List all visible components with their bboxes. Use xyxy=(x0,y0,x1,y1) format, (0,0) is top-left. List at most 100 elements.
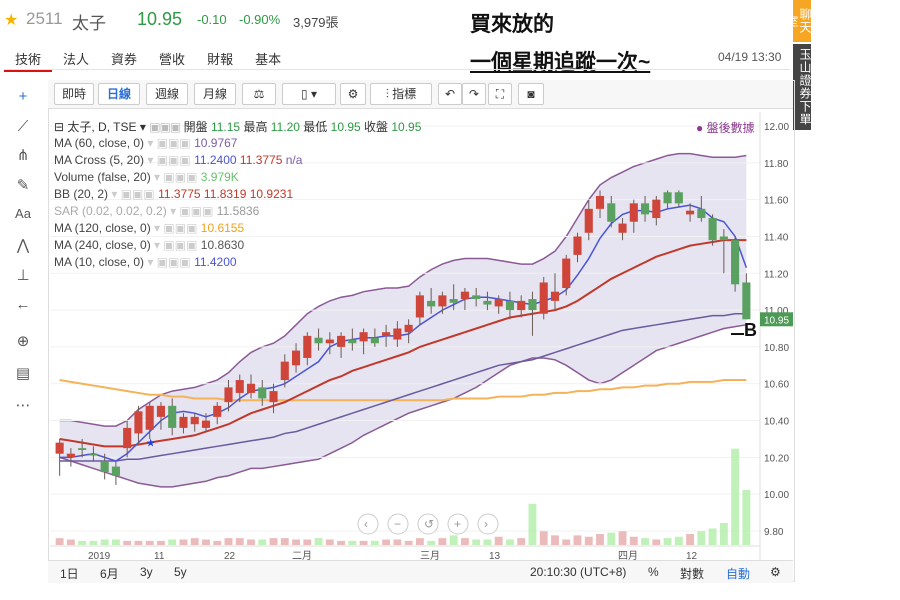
candle-body xyxy=(438,295,447,307)
indicator-row[interactable]: MA (120, close, 0) ▾ ▣▣▣ 10.6155 xyxy=(54,221,244,235)
zoom-control-button xyxy=(477,513,499,535)
legend-dropdown-icon[interactable]: ▾ xyxy=(140,120,146,134)
candle-body xyxy=(179,416,188,428)
range-6m[interactable]: 6月 xyxy=(100,565,119,582)
candle-body xyxy=(291,350,301,366)
volume-bar xyxy=(190,538,199,545)
zoom-control-button xyxy=(357,513,379,535)
volume-bar xyxy=(303,539,312,545)
volume-bar xyxy=(415,538,424,545)
volume-bar xyxy=(111,539,120,545)
price-chart[interactable]: 12.0011.8011.6011.4011.2011.0010.8010.60… xyxy=(0,0,900,600)
indicator-label: MA (10, close, 0) xyxy=(54,255,145,269)
candle-body xyxy=(258,387,267,399)
candle-body xyxy=(505,300,515,311)
indicator-row[interactable]: MA (10, close, 0) ▾ ▣▣▣ 11.4200 xyxy=(54,255,237,269)
ohlc-open-value: 11.15 xyxy=(210,120,241,134)
indicator-control-icons[interactable]: ▾ ▣▣▣ xyxy=(151,221,201,235)
settings-gear-icon[interactable]: ⚙ xyxy=(770,565,781,579)
candle-body xyxy=(719,236,728,241)
volume-bar xyxy=(55,538,64,545)
volume-bar xyxy=(517,538,526,545)
candle-body xyxy=(731,240,740,285)
volume-bar xyxy=(719,523,728,545)
b-mark: B xyxy=(744,320,757,340)
indicator-row[interactable]: SAR (0.02, 0.02, 0.2) ▾ ▣▣▣ 11.5836 xyxy=(54,204,259,218)
indicator-control-icons[interactable]: ▾ ▣▣▣ xyxy=(151,170,201,184)
candle-body xyxy=(123,427,132,449)
candle-body xyxy=(325,339,334,344)
indicator-control-icons[interactable]: ▾ ▣▣▣ xyxy=(144,136,194,150)
indicator-control-icons[interactable]: ▾ ▣▣▣ xyxy=(108,187,158,201)
indicator-row[interactable]: MA (240, close, 0) ▾ ▣▣▣ 10.8630 xyxy=(54,238,244,252)
indicator-control-icons[interactable]: ▾ ▣▣▣ xyxy=(151,238,201,252)
volume-bar xyxy=(382,539,391,545)
indicator-row[interactable]: MA (60, close, 0) ▾ ▣▣▣ 10.9767 xyxy=(54,136,237,150)
indicator-label: MA (120, close, 0) xyxy=(54,221,151,235)
y-tick-label: 11.60 xyxy=(764,196,789,207)
indicator-value: 10.8630 xyxy=(200,238,245,252)
indicator-row[interactable]: Volume (false, 20) ▾ ▣▣▣ 3.979K xyxy=(54,170,239,184)
y-tick-label: 11.20 xyxy=(764,269,789,280)
candle-body xyxy=(213,405,222,417)
candle-body xyxy=(460,291,469,300)
volume-bar xyxy=(652,539,661,545)
candle-body xyxy=(201,420,211,428)
indicator-row[interactable]: BB (20, 2) ▾ ▣▣▣ 11.3775 11.8319 10.9231 xyxy=(54,187,293,201)
after-hours-label[interactable]: ● 盤後數據 xyxy=(696,119,755,136)
volume-bar xyxy=(708,528,717,545)
volume-bar xyxy=(607,532,616,545)
volume-bar xyxy=(224,538,233,545)
volume-bar xyxy=(157,540,165,545)
candle-body xyxy=(314,337,323,344)
ohlc-low-label: 最低 xyxy=(303,120,328,134)
percent-toggle[interactable]: % xyxy=(648,565,659,579)
legend-symbol: 太子, D, TSE xyxy=(67,120,137,134)
clock: 20:10:30 (UTC+8) xyxy=(530,565,627,579)
indicator-control-icons[interactable]: ▾ ▣▣▣ xyxy=(167,204,217,218)
candle-body xyxy=(382,332,391,336)
candle-body xyxy=(370,337,379,344)
range-5y[interactable]: 5y xyxy=(174,565,187,579)
candle-body xyxy=(427,300,436,307)
candle-body xyxy=(134,411,143,434)
candle-body xyxy=(550,291,560,301)
volume-bar xyxy=(427,540,436,545)
volume-bar xyxy=(528,503,537,545)
candle-body xyxy=(494,299,503,307)
candle-body xyxy=(280,361,289,381)
indicator-label: BB (20, 2) xyxy=(54,187,109,201)
candle-body xyxy=(742,282,751,320)
ohlc-close-value: 10.95 xyxy=(391,120,422,134)
candle-body xyxy=(55,442,64,454)
candle-body xyxy=(235,380,244,393)
auto-toggle[interactable]: 自動 xyxy=(726,565,750,582)
volume-bar xyxy=(359,540,368,545)
volume-bar xyxy=(472,539,481,545)
collapse-icon[interactable]: ⊟ xyxy=(54,120,67,134)
candle-body xyxy=(562,258,571,288)
log-toggle[interactable]: 對數 xyxy=(680,565,704,582)
volume-bar xyxy=(494,536,503,545)
indicator-row[interactable]: MA Cross (5, 20) ▾ ▣▣▣ 11.2400 11.3775 n… xyxy=(54,153,302,167)
indicator-control-icons[interactable]: ▾ ▣▣▣ xyxy=(144,153,194,167)
range-3y[interactable]: 3y xyxy=(140,565,153,579)
legend-control-icons[interactable]: ▣▣▣ xyxy=(149,120,181,134)
indicator-value: 11.3775 xyxy=(158,187,204,201)
indicator-value: 10.9231 xyxy=(249,187,294,201)
indicator-control-icons[interactable]: ▾ ▣▣▣ xyxy=(144,255,194,269)
volume-bar xyxy=(641,538,649,545)
indicator-value: 11.5836 xyxy=(216,204,260,218)
volume-bar xyxy=(292,539,300,545)
zoom-control-glyph: ‹ xyxy=(364,517,368,531)
y-tick-label: 9.80 xyxy=(764,527,784,538)
candle-body xyxy=(483,300,492,305)
volume-bar xyxy=(247,539,255,545)
volume-bar xyxy=(663,538,672,545)
volume-bar xyxy=(269,538,278,545)
candle-body xyxy=(404,324,413,333)
volume-bar xyxy=(404,540,413,545)
candle-body xyxy=(415,295,424,318)
ohlc-high-value: 11.20 xyxy=(270,120,300,134)
range-1d[interactable]: 1日 xyxy=(60,565,79,582)
